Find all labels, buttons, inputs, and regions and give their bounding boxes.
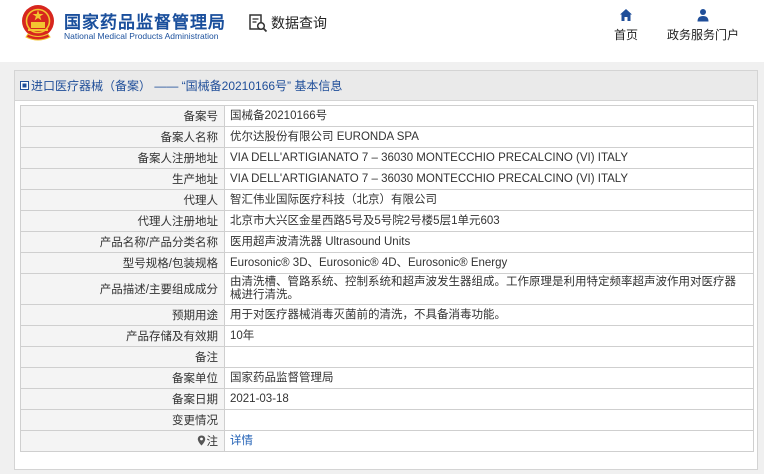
row-value: VIA DELL'ARTIGIANATO 7 – 36030 MONTECCHI… (224, 147, 754, 169)
row-value: 北京市大兴区金星西路5号及5号院2号楼5层1单元603 (224, 210, 754, 232)
table-row: 产品描述/主要组成成分 由清洗槽、管路系统、控制系统和超声波发生器组成。工作原理… (20, 273, 754, 305)
row-label: 产品名称/产品分类名称 (20, 231, 225, 253)
row-label: 备注 (20, 346, 225, 368)
national-emblem-icon (22, 5, 54, 41)
note-label-wrap: 注 (197, 433, 219, 449)
org-name-cn: 国家药品监督管理局 (64, 13, 226, 32)
panel-title: 进口医疗器械（备案） —— “国械备20210166号” 基本信息 (31, 79, 343, 93)
row-label: 代理人 (20, 189, 225, 211)
table-row: 备案人名称 优尔达股份有限公司 EURONDA SPA (20, 126, 754, 148)
row-value: 医用超声波清洗器 Ultrasound Units (224, 231, 754, 253)
row-label: 备案人名称 (20, 126, 225, 148)
org-name-en: National Medical Products Administration (64, 31, 219, 41)
user-icon (697, 9, 709, 22)
table-row: 产品存储及有效期 10年 (20, 325, 754, 347)
row-value: 优尔达股份有限公司 EURONDA SPA (224, 126, 754, 148)
data-query-label: 数据查询 (271, 15, 327, 31)
row-value: 由清洗槽、管路系统、控制系统和超声波发生器组成。工作原理是利用特定频率超声波作用… (224, 273, 754, 305)
data-query-link[interactable]: 数据查询 (248, 12, 327, 34)
location-pin-icon (197, 435, 205, 446)
table-row: 代理人 智汇伟业国际医疗科技（北京）有限公司 (20, 189, 754, 211)
row-value (224, 409, 754, 431)
row-label: 变更情况 (20, 409, 225, 431)
row-value: 智汇伟业国际医疗科技（北京）有限公司 (224, 189, 754, 211)
details-link[interactable]: 详情 (230, 435, 253, 447)
table-row: 型号规格/包装规格 Eurosonic® 3D、Eurosonic® 4D、Eu… (20, 252, 754, 274)
table-row: 产品名称/产品分类名称 医用超声波清洗器 Ultrasound Units (20, 231, 754, 253)
table-row: 代理人注册地址 北京市大兴区金星西路5号及5号院2号楼5层1单元603 (20, 210, 754, 232)
home-icon (620, 9, 632, 21)
row-label: 产品描述/主要组成成分 (20, 273, 225, 305)
table-row: 备案单位 国家药品监督管理局 (20, 367, 754, 389)
table-row: 变更情况 (20, 409, 754, 431)
table-row: 预期用途 用于对医疗器械消毒灭菌前的清洗，不具备消毒功能。 (20, 304, 754, 326)
nav-home[interactable]: 首页 (606, 8, 646, 43)
table-row: 注 详情 (20, 430, 754, 452)
content-area: 进口医疗器械（备案） —— “国械备20210166号” 基本信息 备案号 国械… (0, 62, 764, 474)
row-label: 型号规格/包装规格 (20, 252, 225, 274)
row-value: 2021-03-18 (224, 388, 754, 410)
row-label: 代理人注册地址 (20, 210, 225, 232)
table-row: 备案人注册地址 VIA DELL'ARTIGIANATO 7 – 36030 M… (20, 147, 754, 169)
site-header: 国家药品监督管理局 National Medical Products Admi… (0, 0, 764, 60)
row-label: 备案单位 (20, 367, 225, 389)
table-row: 备注 (20, 346, 754, 368)
table-row: 备案号 国械备20210166号 (20, 105, 754, 127)
square-bullet-icon (20, 81, 29, 90)
row-value: 国家药品监督管理局 (224, 367, 754, 389)
table-row: 生产地址 VIA DELL'ARTIGIANATO 7 – 36030 MONT… (20, 168, 754, 190)
row-value-cell: 详情 (224, 430, 754, 452)
row-label: 生产地址 (20, 168, 225, 190)
row-value: VIA DELL'ARTIGIANATO 7 – 36030 MONTECCHI… (224, 168, 754, 190)
row-value: 国械备20210166号 (224, 105, 754, 127)
table-row: 备案日期 2021-03-18 (20, 388, 754, 410)
row-value: 10年 (224, 325, 754, 347)
row-label: 备案人注册地址 (20, 147, 225, 169)
nav-home-label: 首页 (613, 28, 638, 42)
row-value: 用于对医疗器械消毒灭菌前的清洗，不具备消毒功能。 (224, 304, 754, 326)
row-label: 产品存储及有效期 (20, 325, 225, 347)
info-panel: 进口医疗器械（备案） —— “国械备20210166号” 基本信息 备案号 国械… (14, 70, 758, 470)
row-label: 备案日期 (20, 388, 225, 410)
nav-service-label: 政务服务门户 (666, 28, 739, 42)
row-value (224, 346, 754, 368)
row-value: Eurosonic® 3D、Eurosonic® 4D、Eurosonic® E… (224, 252, 754, 274)
nav-service-portal[interactable]: 政务服务门户 (660, 8, 746, 43)
row-label: 注 (206, 435, 219, 448)
panel-title-bar: 进口医疗器械（备案） —— “国械备20210166号” 基本信息 (15, 71, 757, 101)
row-label: 备案号 (20, 105, 225, 127)
row-label: 预期用途 (20, 304, 225, 326)
document-search-icon (249, 14, 268, 33)
info-table: 备案号 国械备20210166号 备案人名称 优尔达股份有限公司 EURONDA… (20, 105, 754, 452)
note-label-cell: 注 (20, 430, 225, 452)
